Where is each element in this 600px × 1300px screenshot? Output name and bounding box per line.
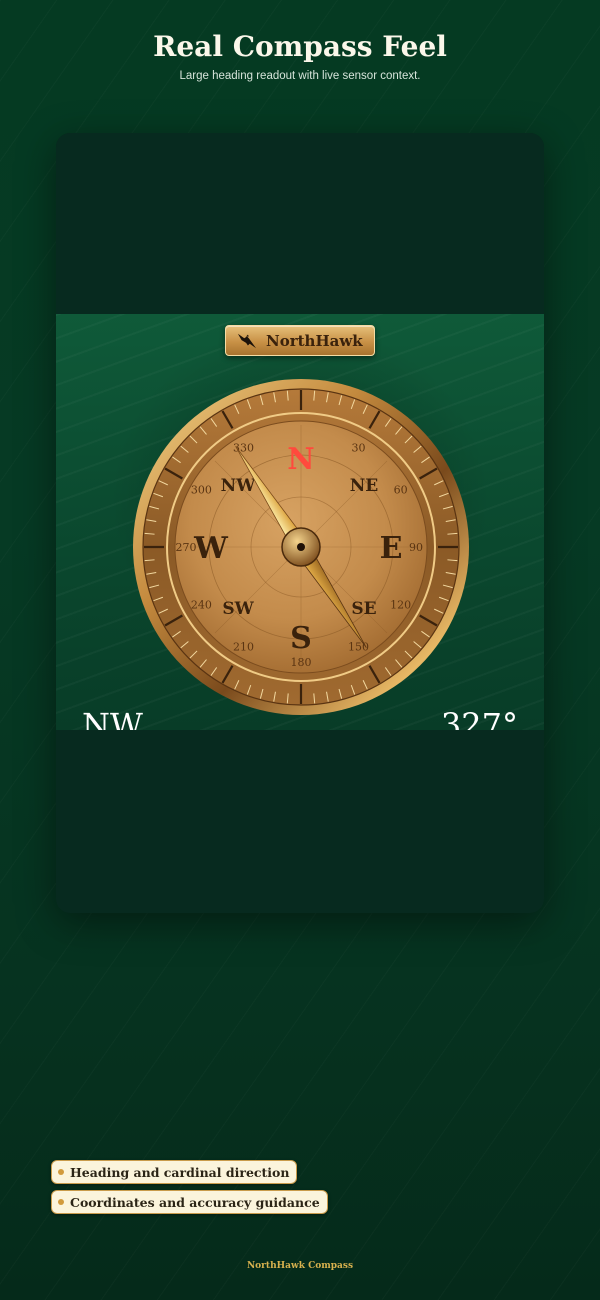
feature-chip: Coordinates and accuracy guidance <box>51 1190 328 1214</box>
degree-label: 300 <box>191 484 212 497</box>
degree-label: 180 <box>291 656 312 669</box>
page-subtitle: Large heading readout with live sensor c… <box>179 70 421 82</box>
hawk-icon <box>237 333 257 348</box>
degree-label: 240 <box>191 599 212 612</box>
degree-label: 90 <box>409 541 423 554</box>
brand-name: NorthHawk <box>266 331 363 350</box>
northwest-label: NW <box>221 476 257 496</box>
northeast-label: NE <box>350 476 379 496</box>
bullet-icon <box>58 1169 64 1175</box>
app-screenshot-card: NorthHawk 30 60 90 120 150 180 210 240 2… <box>56 133 544 913</box>
feature-label: Heading and cardinal direction <box>70 1164 290 1180</box>
southeast-label: SE <box>351 599 376 619</box>
footer-brand: NorthHawk Compass <box>246 1261 354 1271</box>
app-top-bar <box>56 133 544 314</box>
bullet-icon <box>58 1199 64 1205</box>
heading-degrees-readout: 327° <box>440 706 518 730</box>
west-label: W <box>193 531 229 566</box>
east-label: E <box>380 531 403 566</box>
heading-direction-readout: NW <box>82 706 143 730</box>
degree-label: 120 <box>390 599 411 612</box>
south-label: S <box>290 621 312 656</box>
feature-label: Coordinates and accuracy guidance <box>70 1194 320 1210</box>
compass-dial[interactable]: 306090120150180210240270300330 N E S W N… <box>131 377 471 717</box>
brand-badge: NorthHawk <box>225 325 375 356</box>
southwest-label: SW <box>222 599 254 619</box>
feature-chip: Heading and cardinal direction <box>51 1160 298 1184</box>
compass-screen: NorthHawk 30 60 90 120 150 180 210 240 2… <box>56 314 544 730</box>
page-title: Real Compass Feel <box>153 30 447 63</box>
degree-label: 210 <box>233 641 254 654</box>
degree-label: 30 <box>352 441 366 454</box>
feature-list: Heading and cardinal direction Coordinat… <box>51 1160 328 1214</box>
degree-label: 60 <box>394 484 408 497</box>
north-label: N <box>287 442 314 477</box>
